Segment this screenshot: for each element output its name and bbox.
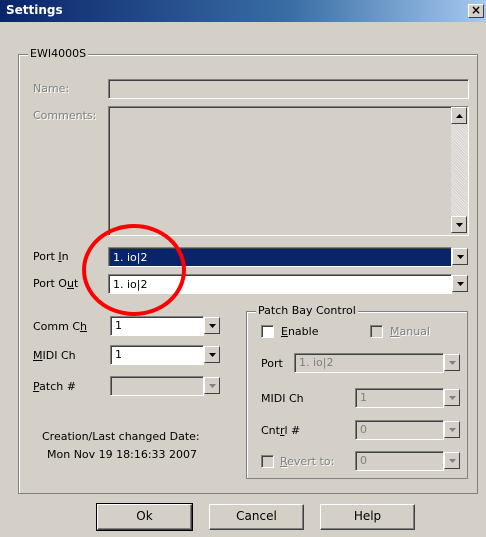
red-circle-annotation [82, 224, 186, 316]
revert-label: Revert to: [280, 455, 335, 468]
date-label: Creation/Last changed Date: [42, 430, 200, 443]
pb-port-label: Port [261, 357, 283, 370]
chevron-down-icon [448, 427, 456, 432]
comments-label: Comments: [33, 109, 97, 122]
name-field [108, 79, 469, 99]
comments-field [108, 106, 469, 236]
name-label: Name: [33, 82, 70, 95]
patch-num-dropdown-button [204, 377, 220, 394]
manual-checkbox [370, 325, 383, 338]
close-button[interactable]: × [468, 4, 484, 18]
revert-select: 0 [355, 451, 444, 471]
comm-ch-dropdown-button[interactable] [204, 317, 220, 334]
chevron-down-icon [456, 281, 464, 286]
pb-midi-ch-select: 1 [355, 388, 444, 408]
chevron-down-icon [208, 323, 216, 328]
title-bar: Settings × [0, 0, 486, 22]
comm-ch-label: Comm Ch [33, 320, 88, 333]
pb-midi-ch-label: MIDI Ch [261, 392, 304, 405]
manual-label: Manual [390, 325, 430, 338]
ok-button[interactable]: Ok [96, 503, 193, 531]
cntrl-dropdown-button [444, 421, 460, 438]
window-title: Settings [6, 3, 63, 17]
chevron-down-icon [208, 352, 216, 357]
midi-ch-select[interactable]: 1 [110, 345, 204, 365]
cancel-button[interactable]: Cancel [209, 504, 304, 530]
pb-port-dropdown-button [444, 354, 460, 371]
device-group-legend: EWI4000S [28, 47, 89, 60]
midi-ch-dropdown-button[interactable] [204, 346, 220, 363]
patch-num-label: Patch # [33, 380, 76, 393]
pb-midi-ch-dropdown-button [444, 389, 460, 406]
cntrl-label: Cntrl # [261, 424, 301, 437]
date-value: Mon Nov 19 18:16:33 2007 [47, 448, 198, 461]
scroll-down-button[interactable] [451, 216, 467, 233]
chevron-down-icon [456, 254, 464, 259]
cntrl-select: 0 [355, 420, 444, 440]
arrow-down-icon [455, 222, 463, 227]
comm-ch-select[interactable]: 1 [110, 316, 204, 336]
enable-label: Enable [281, 325, 319, 338]
pb-port-select: 1. io|2 [294, 353, 444, 373]
scroll-up-button[interactable] [451, 107, 467, 124]
patch-num-select [110, 376, 204, 396]
chevron-down-icon [448, 360, 456, 365]
midi-ch-label: MIDI Ch [33, 349, 76, 362]
comments-scrollbar[interactable] [451, 107, 468, 233]
port-out-label: Port Out [33, 277, 79, 290]
port-in-dropdown-button[interactable] [452, 248, 468, 265]
chevron-down-icon [208, 383, 216, 388]
revert-dropdown-button [444, 452, 460, 469]
revert-checkbox [261, 455, 274, 468]
chevron-down-icon [448, 395, 456, 400]
chevron-down-icon [448, 458, 456, 463]
close-icon: × [470, 3, 482, 17]
arrow-up-icon [455, 113, 463, 118]
port-in-label: Port In [33, 250, 69, 263]
port-out-dropdown-button[interactable] [452, 275, 468, 292]
patch-bay-legend: Patch Bay Control [256, 304, 358, 317]
help-button[interactable]: Help [320, 504, 415, 530]
enable-checkbox[interactable] [261, 325, 274, 338]
